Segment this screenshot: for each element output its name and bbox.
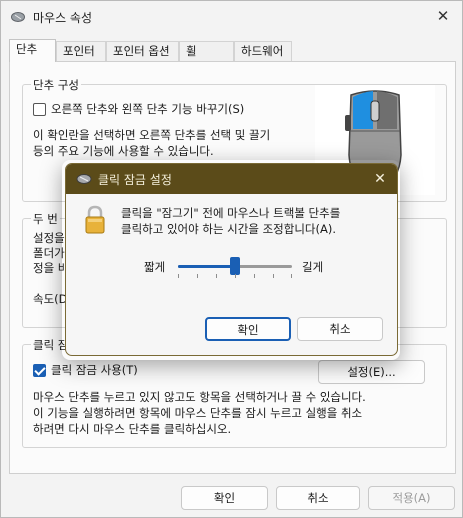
padlock-icon (85, 205, 105, 234)
slider-thumb[interactable] (230, 257, 240, 275)
slider-max-label: 길게 (302, 260, 324, 274)
slider-fill (178, 265, 235, 268)
clicklock-description-line1: 마우스 단추를 누르고 있지 않고도 항목을 선택하거나 끌 수 있습니다. (33, 390, 366, 404)
swap-description-line1: 이 확인란을 선택하면 오른쪽 단추를 선택 및 끌기 (33, 128, 271, 142)
slider-tick (178, 274, 179, 278)
slider-min-label: 짧게 (144, 260, 166, 274)
group-title: 두 번 (31, 211, 60, 227)
swap-description-line2: 등의 주요 기능에 사용할 수 있습니다. (33, 144, 214, 158)
double-click-description: 폴더가 (33, 246, 65, 260)
close-icon[interactable]: ✕ (371, 170, 389, 188)
close-icon[interactable]: ✕ (434, 7, 452, 25)
tab-pointer-options[interactable]: 포인터 옵션 (106, 41, 179, 61)
swap-buttons-checkbox[interactable] (33, 103, 46, 116)
apply-button[interactable]: 적용(A) (368, 486, 455, 510)
dialog-title: 클릭 잠금 설정 (98, 173, 172, 187)
slider-tick (216, 274, 217, 278)
clicklock-label[interactable]: 클릭 잠금 사용(T) (51, 363, 138, 378)
group-title: 단추 구성 (31, 77, 81, 93)
slider-tick (197, 274, 198, 278)
dialog-message-line2: 클릭하고 있어야 하는 시간을 조정합니다(A). (121, 222, 336, 236)
window-title: 마우스 속성 (33, 11, 93, 25)
clicklock-checkbox[interactable] (33, 364, 46, 377)
slider-tick (254, 274, 255, 278)
clicklock-description-line2: 이 기능을 실행하려면 항목에 마우스 단추를 잠시 누르고 실행을 취소 (33, 406, 363, 420)
dialog-ok-button[interactable]: 확인 (205, 317, 291, 341)
tab-pointers[interactable]: 포인터 (56, 41, 106, 61)
clicklock-settings-button[interactable]: 설정(E)... (318, 360, 425, 384)
slider-tick (273, 274, 274, 278)
mouse-app-icon (11, 12, 25, 22)
tab-hardware[interactable]: 하드웨어 (234, 41, 292, 61)
ok-button[interactable]: 확인 (181, 486, 268, 510)
dialog-message-line1: 클릭을 "잠그기" 전에 마우스나 트랙볼 단추를 (121, 206, 341, 220)
mouse-app-icon (76, 174, 92, 184)
title-bar: 마우스 속성 ✕ (1, 1, 462, 33)
tab-wheel[interactable]: 휠 (179, 41, 234, 61)
clicklock-description-line3: 하려면 다시 마우스 단추를 클릭하십시오. (33, 422, 232, 436)
swap-buttons-label[interactable]: 오른쪽 단추와 왼쪽 단추 기능 바꾸기(S) (51, 102, 244, 117)
tab-buttons[interactable]: 단추 (9, 39, 56, 62)
cancel-button[interactable]: 취소 (276, 486, 360, 510)
slider-tick (291, 274, 292, 278)
dialog-cancel-button[interactable]: 취소 (297, 317, 383, 341)
slider-tick (235, 274, 236, 278)
clicklock-settings-dialog: 클릭 잠금 설정 ✕ 클릭을 "잠그기" 전에 마우스나 트랙볼 단추를 클릭하… (65, 163, 398, 356)
double-click-description: 설정을 (33, 231, 65, 245)
dialog-title-bar: 클릭 잠금 설정 ✕ (66, 164, 397, 194)
